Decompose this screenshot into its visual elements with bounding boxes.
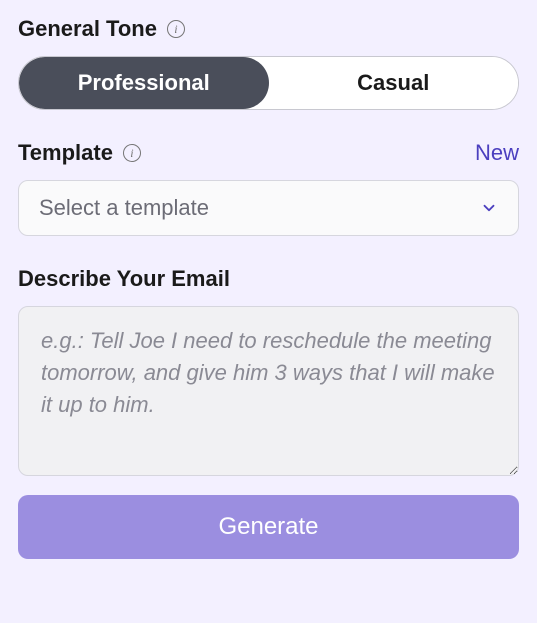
tone-option-casual[interactable]: Casual (269, 57, 519, 109)
tone-option-label: Professional (78, 70, 210, 95)
new-template-link[interactable]: New (475, 140, 519, 166)
generate-button-label: Generate (218, 513, 318, 540)
chevron-down-icon (480, 199, 498, 217)
tone-toggle-group: Professional Casual (18, 56, 519, 110)
template-label: Template i (18, 140, 141, 166)
tone-option-label: Casual (357, 70, 429, 95)
generate-button[interactable]: Generate (18, 495, 519, 559)
describe-label: Describe Your Email (18, 266, 519, 292)
general-tone-text: General Tone (18, 16, 157, 42)
template-header: Template i New (18, 140, 519, 166)
info-icon[interactable]: i (123, 144, 141, 162)
new-link-text: New (475, 140, 519, 165)
tone-option-professional[interactable]: Professional (19, 57, 269, 109)
template-label-text: Template (18, 140, 113, 166)
describe-label-text: Describe Your Email (18, 266, 230, 291)
info-icon[interactable]: i (167, 20, 185, 38)
describe-textarea[interactable] (18, 306, 519, 476)
general-tone-label: General Tone i (18, 16, 519, 42)
template-select[interactable]: Select a template (18, 180, 519, 236)
template-select-placeholder: Select a template (39, 195, 209, 221)
